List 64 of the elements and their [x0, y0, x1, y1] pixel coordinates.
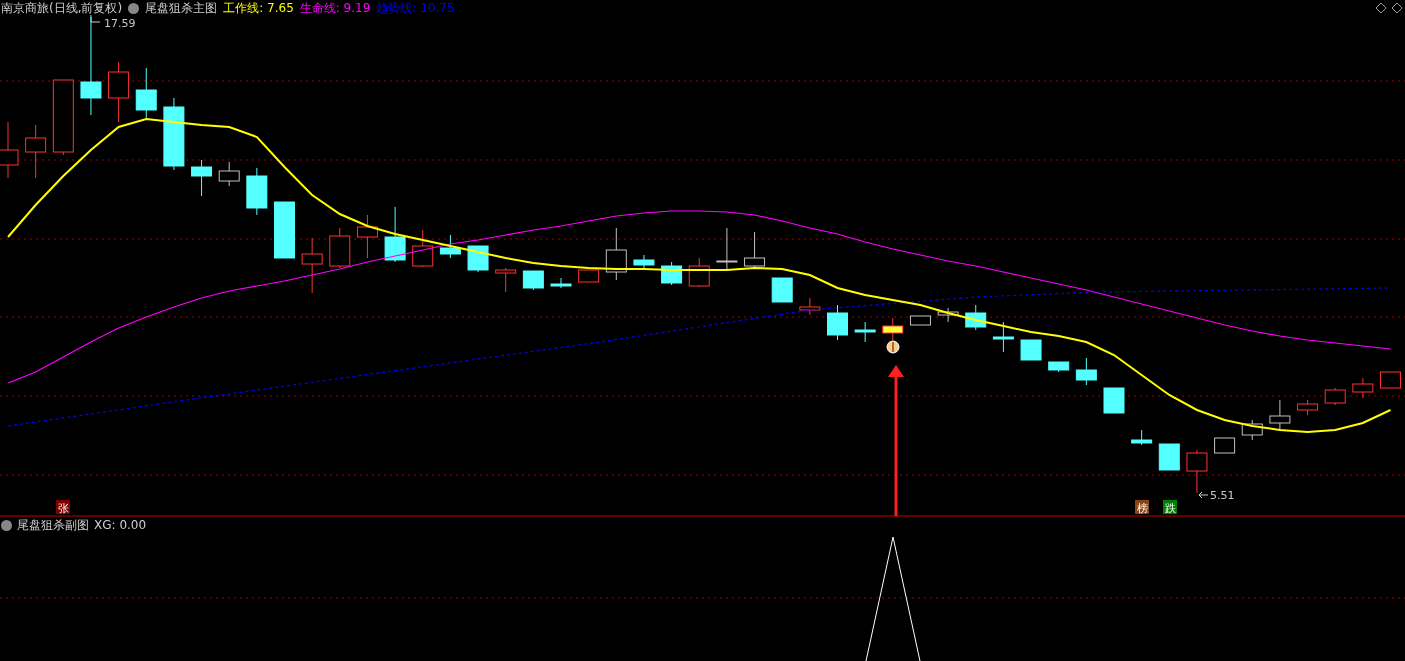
candlestick: [661, 261, 683, 286]
diamond-icon[interactable]: [1375, 2, 1387, 14]
candlestick: [771, 277, 793, 303]
candlestick: [1269, 399, 1291, 431]
diamond-icon[interactable]: [1391, 2, 1403, 14]
candlestick: [1048, 361, 1070, 373]
candlestick: [1241, 419, 1263, 441]
signal-tag: 跌: [1163, 500, 1177, 515]
candlestick: [108, 61, 130, 123]
signal-tag: 榜: [1135, 500, 1149, 515]
candlestick: [1186, 449, 1208, 494]
low-price-pointer-icon: [1198, 491, 1209, 499]
candlestick: [25, 124, 47, 179]
candlestick: [827, 304, 848, 341]
candlestick: [1380, 371, 1401, 389]
high-price-label: 17.59: [104, 17, 136, 30]
indicator-value: 生命线: 9.19: [299, 0, 371, 17]
candlestick: [1075, 357, 1097, 386]
candlestick: [992, 321, 1014, 353]
candlestick: [274, 201, 295, 259]
candlestick: [329, 227, 351, 269]
candlestick: [1352, 377, 1374, 399]
candlestick: [467, 245, 489, 273]
candlestick: [246, 167, 268, 216]
candlestick: [218, 161, 240, 187]
candlestick: [384, 206, 406, 263]
candlestick: [550, 277, 572, 289]
candlestick: [356, 214, 378, 259]
candlestick: [301, 237, 323, 294]
candlestick: [1297, 399, 1319, 416]
candlestick: [716, 227, 738, 271]
candlestick: [744, 231, 766, 269]
candlestick: [439, 234, 461, 259]
indicator-value: 工作线: 7.65: [223, 0, 294, 17]
candlestick: [854, 321, 876, 343]
candlestick: [688, 257, 710, 288]
candlestick: [1020, 339, 1042, 361]
candlestick: [1324, 387, 1346, 406]
signal-arrow-icon: [888, 365, 904, 516]
candlestick: [495, 267, 517, 293]
candlestick: [633, 254, 655, 271]
candlestick: [909, 315, 931, 326]
candlestick: [937, 307, 959, 323]
candlestick: [135, 67, 157, 119]
high-price-pointer-icon: [90, 16, 101, 23]
candlestick: [605, 227, 627, 281]
candlestick: [965, 304, 987, 331]
candlestick: [1103, 387, 1125, 414]
candlestick: [1131, 429, 1153, 446]
stock-title: 南京商旅(日线,前复权): [1, 0, 123, 17]
candlestick: [1214, 437, 1236, 454]
candlestick: [578, 269, 600, 283]
candlestick: [882, 317, 904, 341]
candlestick: [522, 270, 544, 291]
low-price-label: 5.51: [1210, 489, 1235, 502]
signal-tag: 张: [56, 500, 70, 515]
candlestick: [799, 297, 821, 316]
indicator-name: 尾盘狙杀副图: [17, 516, 89, 534]
candlestick: [1158, 443, 1180, 471]
indicator-value: XG: 0.00: [94, 518, 147, 532]
candlestick: [191, 159, 213, 197]
indicator-value: 趋势线: 10.75: [376, 0, 455, 17]
indicator-name: 尾盘狙杀主图: [145, 0, 218, 17]
candlestick: [412, 229, 434, 268]
